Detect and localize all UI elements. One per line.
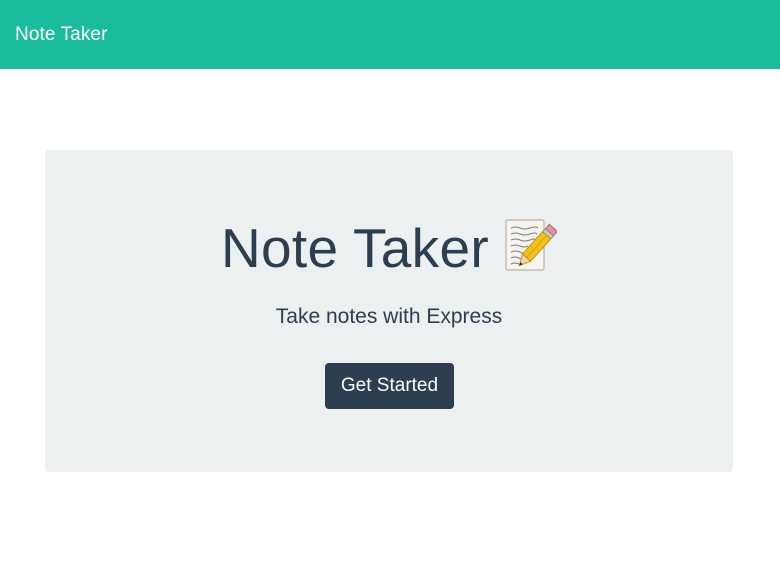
hero-subtitle: Take notes with Express xyxy=(275,305,503,328)
hero-title: Note Taker xyxy=(221,217,489,279)
memo-pencil-icon xyxy=(503,217,559,275)
hero-title-row: Note Taker xyxy=(45,216,733,280)
navbar-brand-link[interactable]: Note Taker xyxy=(15,24,108,46)
get-started-button[interactable]: Get Started xyxy=(325,363,454,409)
hero-jumbotron: Note Taker Take notes with Express Get S… xyxy=(45,150,733,472)
top-navbar: Note Taker xyxy=(0,0,780,69)
